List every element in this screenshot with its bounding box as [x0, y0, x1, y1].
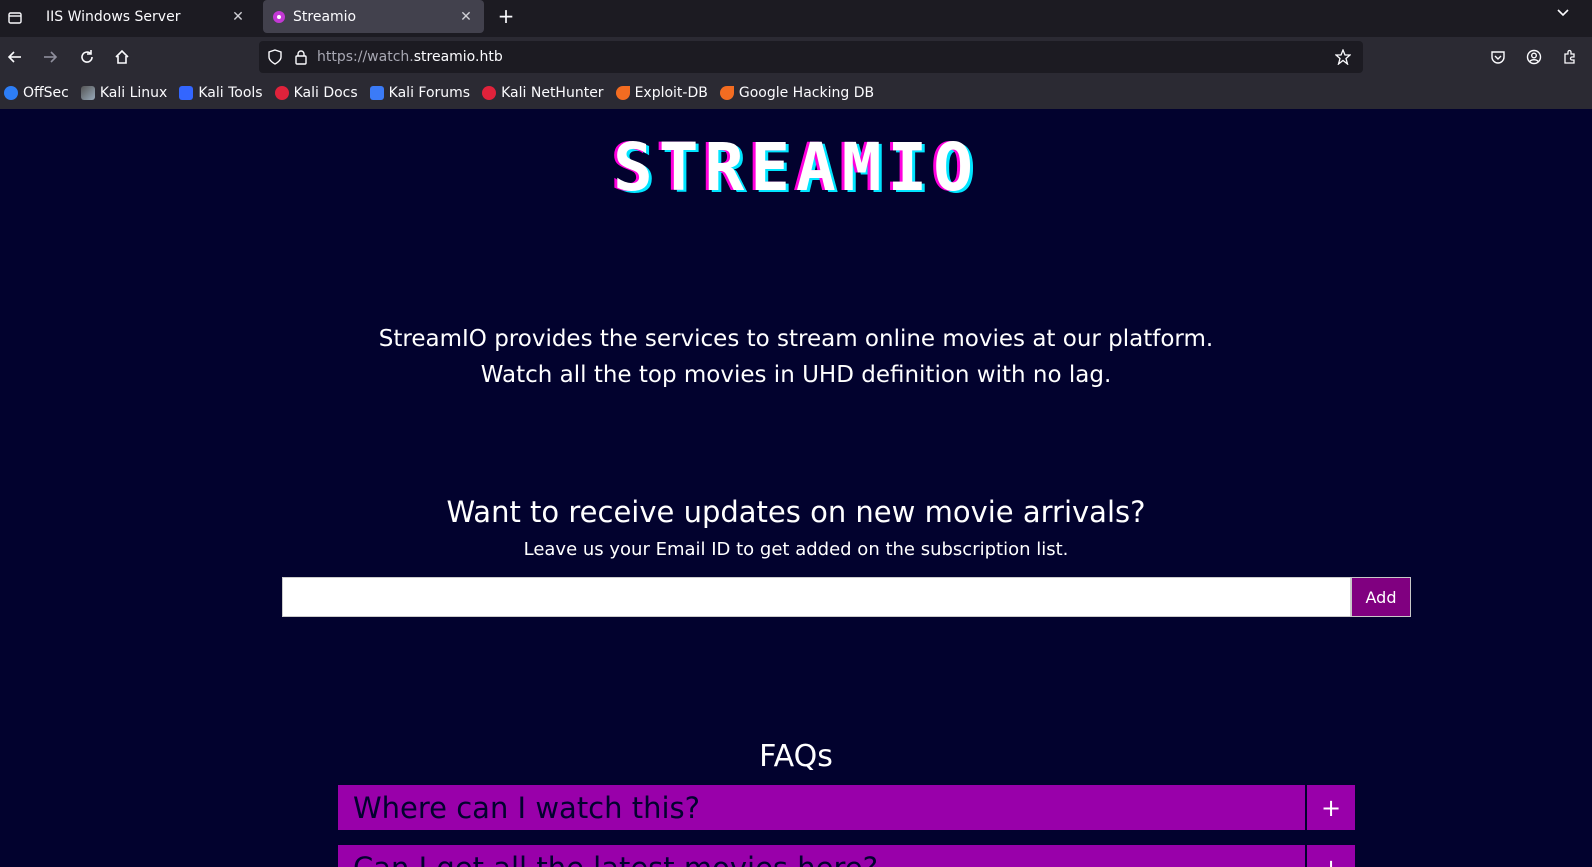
kali-tools-icon	[179, 86, 194, 100]
close-tab-icon[interactable]: ✕	[228, 9, 248, 25]
exploit-db-icon	[615, 86, 630, 100]
page-content: STREAMIO StreamIO provides the services …	[0, 109, 1592, 867]
kali-forums-icon	[369, 86, 384, 100]
bookmark-exploit-db[interactable]: Exploit-DB	[615, 85, 708, 101]
subscribe-note: Leave us your Email ID to get added on t…	[523, 539, 1069, 560]
tab-label: Streamio	[293, 8, 357, 25]
intro-line-1: StreamIO provides the services to stream…	[378, 326, 1214, 352]
url-prefix: https://watch.	[317, 49, 414, 65]
back-arrow-icon[interactable]	[3, 45, 27, 69]
bookmark-kali-forums[interactable]: Kali Forums	[369, 85, 471, 101]
bookmark-label: Kali NetHunter	[501, 85, 604, 101]
faq-question[interactable]: Where can I watch this?	[338, 785, 1305, 830]
offsec-icon	[4, 86, 18, 100]
email-field[interactable]	[282, 577, 1351, 617]
bookmarks-toolbar: OffSec Kali Linux Kali Tools Kali Docs K…	[0, 77, 1592, 109]
intro-line-2: Watch all the top movies in UHD definiti…	[480, 362, 1112, 388]
lock-icon[interactable]	[291, 47, 311, 67]
tab-iis-windows-server[interactable]: IIS Windows Server ✕	[34, 0, 256, 33]
intro-text: StreamIO provides the services to stream…	[0, 321, 1592, 393]
bookmark-kali-tools[interactable]: Kali Tools	[179, 85, 263, 101]
kali-docs-icon	[274, 86, 289, 100]
url-bar[interactable]: https://watch.streamio.htb	[259, 41, 1363, 73]
home-icon[interactable]	[110, 45, 134, 69]
subscribe-form: Add	[282, 577, 1411, 617]
kali-dragon-icon	[80, 86, 95, 100]
bookmark-google-hacking-db[interactable]: Google Hacking DB	[719, 85, 875, 101]
tab-bar: IIS Windows Server ✕ Streamio ✕ +	[0, 0, 1592, 37]
bookmark-label: OffSec	[23, 85, 69, 101]
bookmark-label: Kali Tools	[198, 85, 263, 101]
bookmark-label: Exploit-DB	[634, 85, 708, 101]
new-tab-icon[interactable]: +	[494, 5, 518, 29]
faq-item[interactable]: Where can I watch this? +	[338, 785, 1355, 830]
ghdb-icon	[719, 86, 734, 100]
url-host: streamio.htb	[413, 49, 503, 65]
bookmark-label: Kali Linux	[99, 85, 168, 101]
plus-icon[interactable]: +	[1307, 785, 1355, 830]
bookmark-star-icon[interactable]	[1331, 45, 1355, 69]
shield-icon[interactable]	[265, 47, 285, 67]
pocket-icon[interactable]	[1486, 45, 1510, 69]
streamio-favicon-icon	[273, 10, 285, 23]
bookmark-label: Google Hacking DB	[738, 85, 875, 101]
tab-label: IIS Windows Server	[46, 8, 181, 25]
url-text[interactable]: https://watch.streamio.htb	[317, 49, 1331, 65]
forward-arrow-icon[interactable]	[38, 45, 62, 69]
navigation-toolbar: https://watch.streamio.htb	[0, 37, 1592, 77]
tab-list-icon[interactable]	[4, 8, 26, 28]
extensions-icon[interactable]	[1558, 45, 1582, 69]
kali-nethunter-icon	[482, 86, 497, 100]
bookmark-offsec[interactable]: OffSec	[4, 85, 69, 101]
close-tab-icon[interactable]: ✕	[456, 9, 476, 25]
faq-title: FAQs	[759, 739, 833, 774]
faq-question[interactable]: Can I get all the latest movies here?	[338, 845, 1305, 867]
tab-streamio[interactable]: Streamio ✕	[263, 0, 484, 33]
chevron-down-icon[interactable]	[1556, 6, 1570, 22]
streamio-logo: STREAMIO	[613, 129, 979, 206]
add-button[interactable]: Add	[1351, 577, 1411, 617]
bookmark-kali-nethunter[interactable]: Kali NetHunter	[482, 85, 604, 101]
bookmark-label: Kali Forums	[388, 85, 471, 101]
account-icon[interactable]	[1522, 45, 1546, 69]
plus-icon[interactable]: +	[1307, 845, 1355, 867]
subscribe-heading: Want to receive updates on new movie arr…	[446, 495, 1146, 529]
bookmark-kali-linux[interactable]: Kali Linux	[80, 85, 168, 101]
reload-icon[interactable]	[75, 45, 99, 69]
faq-item[interactable]: Can I get all the latest movies here? +	[338, 845, 1355, 867]
bookmark-label: Kali Docs	[293, 85, 358, 101]
bookmark-kali-docs[interactable]: Kali Docs	[274, 85, 358, 101]
